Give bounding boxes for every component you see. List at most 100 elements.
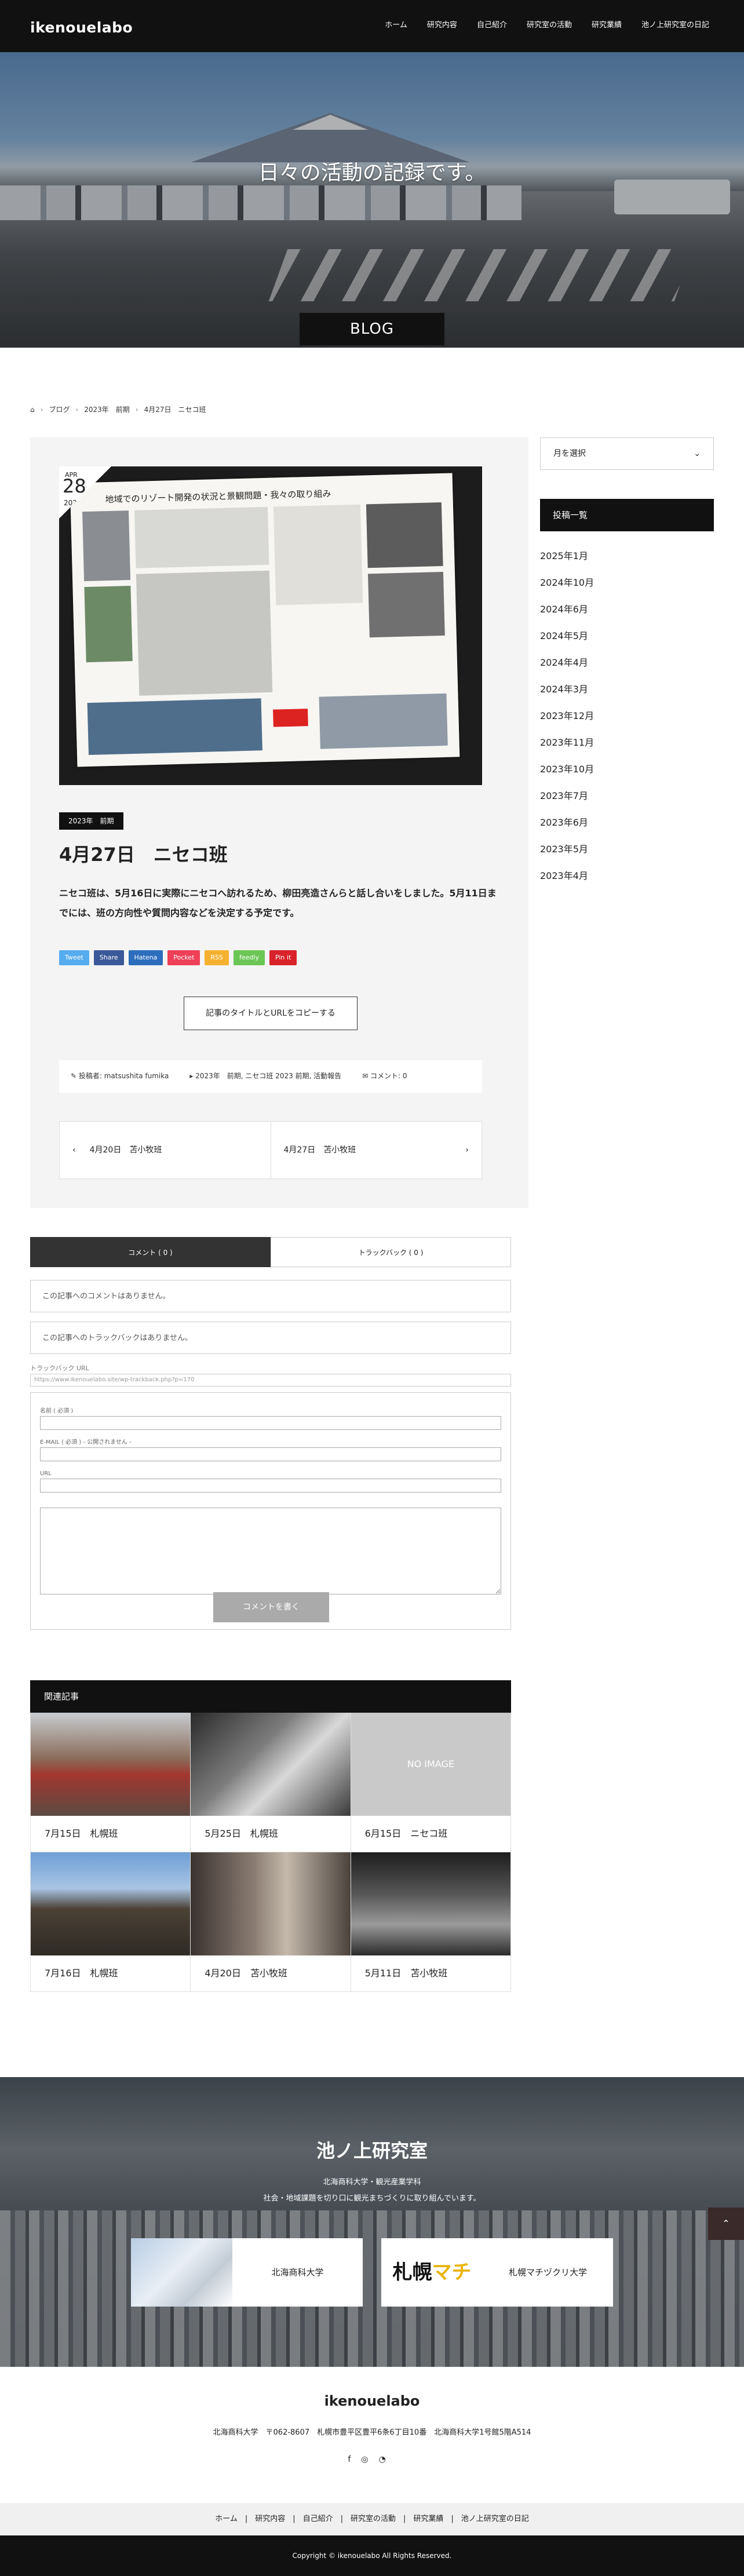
breadcrumb-category[interactable]: 2023年 前期 [84, 404, 130, 415]
share-feedly-button[interactable]: feedly [234, 950, 265, 965]
url-field[interactable] [40, 1478, 501, 1493]
archive-item[interactable]: 2023年10月 [540, 756, 714, 783]
archive-item[interactable]: 2023年12月 [540, 703, 714, 729]
archive-item[interactable]: 2024年3月 [540, 676, 714, 703]
related-thumbnail [351, 1852, 510, 1955]
date-day: 28 [63, 475, 86, 497]
breadcrumb-blog[interactable]: ブログ [49, 404, 70, 415]
post-body: ニセコ班は、5月16日に実際にニセコへ訪れるため、柳田亮造さんらと話し合いをしま… [59, 888, 497, 918]
banner2-label: 札幌マチヅクリ大学 [508, 2267, 587, 2278]
archive-item[interactable]: 2023年6月 [540, 809, 714, 836]
chevron-left-icon: ‹ [72, 1145, 76, 1155]
post-thumbnail: 地域でのリゾート開発の状況と景観問題・我々の取り組み [59, 466, 482, 785]
meta-author[interactable]: ✎ 投稿者: matsushita fumika [71, 1071, 169, 1082]
related-card[interactable]: 7月16日 札幌班 [31, 1852, 191, 1992]
post-navigation: ‹ 4月20日 苫小牧班 4月27日 苫小牧班 › [59, 1121, 482, 1179]
banner-sapporo-machizukuri[interactable]: 札幌 マチ 札幌マチヅクリ大学 [381, 2238, 613, 2307]
related-card[interactable]: NO IMAGE 6月15日 ニセコ班 [351, 1713, 511, 1852]
share-twitter-button[interactable]: Tweet [59, 950, 89, 965]
global-nav: ホーム 研究内容 自己紹介 研究室の活動 研究業績 池ノ上研究室の日記 [365, 20, 709, 32]
site-logo[interactable]: ikenouelabo [30, 16, 133, 39]
banner1-label: 北海商科大学 [271, 2267, 324, 2278]
related-card[interactable]: 7月15日 札幌班 [31, 1713, 191, 1852]
no-image-placeholder: NO IMAGE [351, 1713, 510, 1816]
social-links: f◎◔ [0, 2453, 744, 2466]
archive-list: 2025年1月 2024年10月 2024年6月 2024年5月 2024年4月… [540, 543, 714, 889]
rss-icon[interactable]: ◔ [378, 2455, 396, 2464]
nav-activities[interactable]: 研究室の活動 [527, 20, 572, 32]
archive-item[interactable]: 2023年7月 [540, 783, 714, 809]
hero-catchphrase: 日々の活動の記録です。 [258, 161, 486, 185]
archive-item[interactable]: 2024年4月 [540, 650, 714, 676]
no-comments-message: この記事へのコメントはありません。 [30, 1280, 511, 1312]
prev-post-link[interactable]: ‹ 4月20日 苫小牧班 [60, 1122, 271, 1178]
email-label: E-MAIL ( 必須 ) - 公開されません - [40, 1439, 132, 1446]
related-title: 4月20日 苫小牧班 [205, 1968, 287, 1979]
footer-hero: 池ノ上研究室 北海商科大学・観光産業学科 社会・地域課題を切り口に観光まちづくり… [0, 2077, 744, 2367]
facebook-icon[interactable]: f [348, 2455, 361, 2464]
name-label: 名前 ( 必須 ) [40, 1407, 74, 1414]
machizukuri-logo: 札幌 マチ [381, 2238, 483, 2307]
related-thumbnail [31, 1852, 191, 1955]
meta-categories[interactable]: ▸ 2023年 前期, ニセコ班 2023 前期, 活動報告 [189, 1071, 341, 1082]
share-pocket-button[interactable]: Pocket [167, 950, 200, 965]
related-card[interactable]: 5月25日 札幌班 [191, 1713, 351, 1852]
archive-month-select[interactable]: 月を選択 ⌄ [540, 437, 714, 470]
post-meta: ✎ 投稿者: matsushita fumika ▸ 2023年 前期, ニセコ… [59, 1060, 482, 1093]
related-thumbnail [31, 1713, 191, 1816]
breadcrumb: ⌂ › ブログ › 2023年 前期 › 4月27日 ニセコ班 [30, 404, 206, 415]
hero-blog-label: BLOG [300, 313, 444, 345]
archive-item[interactable]: 2024年10月 [540, 570, 714, 596]
submit-comment-button[interactable]: コメントを書く [213, 1592, 329, 1622]
footer-logo[interactable]: ikenouelabo [0, 2390, 744, 2412]
related-card[interactable]: 4月20日 苫小牧班 [191, 1852, 351, 1992]
nav-achievements[interactable]: 研究業績 [592, 20, 622, 32]
trackback-url-field[interactable]: https://www.ikenouelabo.site/wp-trackbac… [30, 1373, 511, 1386]
archive-item[interactable]: 2024年5月 [540, 623, 714, 650]
url-label: URL [40, 1470, 52, 1477]
archive-item[interactable]: 2025年1月 [540, 543, 714, 570]
back-to-top-button[interactable]: ⌃ [708, 2208, 744, 2240]
next-post-link[interactable]: 4月27日 苫小牧班 › [270, 1122, 482, 1178]
post-title: 4月27日 ニセコ班 [59, 844, 228, 866]
related-posts: 関連記事 7月15日 札幌班 5月25日 札幌班 NO IMAGE 6月15日 … [30, 1680, 511, 1992]
archive-item[interactable]: 2023年5月 [540, 836, 714, 863]
related-title: 5月11日 苫小牧班 [364, 1968, 448, 1979]
archive-item[interactable]: 2023年11月 [540, 729, 714, 756]
site-header: ikenouelabo ホーム 研究内容 自己紹介 研究室の活動 研究業績 池ノ… [0, 0, 744, 52]
related-thumbnail [191, 1852, 351, 1955]
hero-banner: 日々の活動の記録です。 BLOG [0, 0, 744, 348]
nav-profile[interactable]: 自己紹介 [477, 20, 507, 32]
banner-hokkai-university[interactable]: 北海商科大学 [131, 2238, 363, 2307]
related-title: 5月25日 札幌班 [205, 1828, 278, 1839]
nav-research[interactable]: 研究内容 [427, 20, 457, 32]
related-heading: 関連記事 [30, 1680, 511, 1713]
tab-comments[interactable]: コメント ( 0 ) [30, 1237, 271, 1267]
nav-home[interactable]: ホーム [385, 20, 407, 32]
category-badge[interactable]: 2023年 前期 [59, 812, 123, 830]
share-buttons: Tweet Share Hatena Pocket RSS feedly Pin… [59, 950, 297, 965]
tab-trackbacks[interactable]: トラックバック ( 0 ) [271, 1237, 511, 1267]
archive-item[interactable]: 2024年6月 [540, 596, 714, 623]
name-field[interactable] [40, 1415, 501, 1430]
home-icon[interactable]: ⌂ [30, 404, 35, 415]
archive-heading: 投稿一覧 [540, 499, 714, 531]
comment-textarea[interactable] [40, 1507, 501, 1595]
meta-comments[interactable]: ✉ コメント: 0 [362, 1071, 407, 1082]
share-rss-button[interactable]: RSS [205, 950, 229, 965]
chevron-down-icon: ⌄ [694, 448, 701, 458]
share-hatena-button[interactable]: Hatena [128, 950, 163, 965]
instagram-icon[interactable]: ◎ [361, 2455, 378, 2464]
related-card[interactable]: 5月11日 苫小牧班 [351, 1852, 511, 1992]
copy-title-url-button[interactable]: 記事のタイトルとURLをコピーする [184, 997, 358, 1030]
trackback-label: トラックバック URL [30, 1364, 89, 1372]
footer-nav[interactable]: ホーム | 研究内容 | 自己紹介 | 研究室の活動 | 研究業績 | 池ノ上研… [0, 2503, 744, 2535]
no-trackbacks-message: この記事へのトラックバックはありません。 [30, 1322, 511, 1354]
email-field[interactable] [40, 1447, 501, 1461]
lab-description: 社会・地域課題を切り口に観光まちづくりに取り組んでいます。 [263, 2194, 481, 2203]
share-facebook-button[interactable]: Share [93, 950, 124, 965]
related-title: 7月15日 札幌班 [45, 1828, 118, 1839]
share-pinterest-button[interactable]: Pin it [269, 950, 297, 965]
archive-item[interactable]: 2023年4月 [540, 863, 714, 889]
nav-diary[interactable]: 池ノ上研究室の日記 [641, 20, 709, 32]
